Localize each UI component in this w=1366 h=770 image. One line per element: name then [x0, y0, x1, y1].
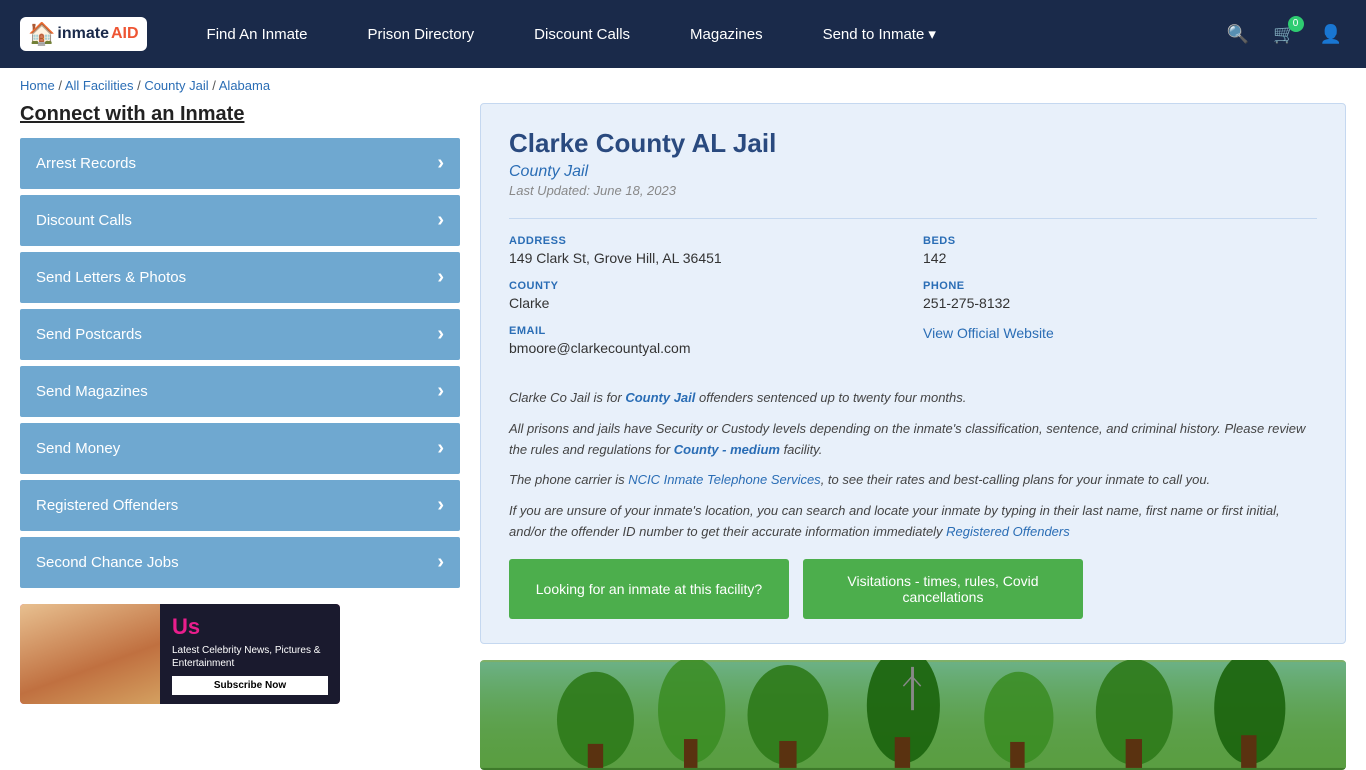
- detail-county: COUNTY Clarke: [509, 280, 903, 311]
- detail-email: EMAIL bmoore@clarkecountyal.com: [509, 325, 903, 356]
- sidebar-send-magazines[interactable]: Send Magazines ›: [20, 366, 460, 417]
- county-jail-link-1[interactable]: County Jail: [625, 390, 695, 405]
- nav-discount-calls[interactable]: Discount Calls: [504, 0, 660, 68]
- facility-desc-3: The phone carrier is NCIC Inmate Telepho…: [509, 470, 1317, 491]
- sidebar-registered-offenders[interactable]: Registered Offenders ›: [20, 480, 460, 531]
- breadcrumb-alabama[interactable]: Alabama: [219, 78, 270, 93]
- search-button[interactable]: 🔍: [1223, 20, 1253, 49]
- content-area: Clarke County AL Jail County Jail Last U…: [480, 103, 1346, 770]
- county-medium-link[interactable]: County - medium: [674, 442, 780, 457]
- advertisement: Us Latest Celebrity News, Pictures & Ent…: [20, 604, 340, 704]
- logo-icon: 🏠: [28, 21, 55, 47]
- arrow-icon: ›: [437, 266, 444, 289]
- facility-type: County Jail: [509, 163, 1317, 181]
- sidebar-discount-calls[interactable]: Discount Calls ›: [20, 195, 460, 246]
- breadcrumb-home[interactable]: Home: [20, 78, 55, 93]
- logo-text: inmate: [57, 25, 109, 43]
- email-value: bmoore@clarkecountyal.com: [509, 340, 903, 356]
- ad-subscribe-button[interactable]: Subscribe Now: [172, 676, 328, 695]
- visitations-btn[interactable]: Visitations - times, rules, Covid cancel…: [803, 559, 1083, 619]
- search-icon: 🔍: [1227, 24, 1249, 44]
- registered-offenders-link[interactable]: Registered Offenders: [946, 524, 1070, 539]
- facility-last-updated: Last Updated: June 18, 2023: [509, 183, 1317, 198]
- facility-desc-1: Clarke Co Jail is for County Jail offend…: [509, 388, 1317, 409]
- ad-text: Latest Celebrity News, Pictures & Entert…: [172, 644, 328, 670]
- facility-details: ADDRESS 149 Clark St, Grove Hill, AL 364…: [509, 218, 1317, 372]
- arrow-icon: ›: [437, 494, 444, 517]
- arrow-icon: ›: [437, 437, 444, 460]
- nav-icons: 🔍 🛒 0 👤: [1223, 20, 1346, 49]
- ad-content: Us Latest Celebrity News, Pictures & Ent…: [160, 604, 340, 704]
- facility-card: Clarke County AL Jail County Jail Last U…: [480, 103, 1346, 644]
- logo[interactable]: 🏠 inmate AID: [20, 17, 147, 51]
- sidebar-send-postcards[interactable]: Send Postcards ›: [20, 309, 460, 360]
- ncic-link[interactable]: NCIC Inmate Telephone Services: [628, 472, 820, 487]
- action-buttons: Looking for an inmate at this facility? …: [509, 559, 1317, 619]
- detail-beds: BEDS 142: [923, 235, 1317, 266]
- breadcrumb: Home / All Facilities / County Jail / Al…: [0, 68, 1366, 103]
- user-button[interactable]: 👤: [1316, 20, 1346, 49]
- phone-value: 251-275-8132: [923, 295, 1317, 311]
- cart-badge: 0: [1288, 16, 1304, 32]
- user-icon: 👤: [1320, 24, 1342, 44]
- detail-website: View Official Website: [923, 325, 1317, 356]
- navbar: 🏠 inmate AID Find An Inmate Prison Direc…: [0, 0, 1366, 68]
- facility-image: [480, 660, 1346, 770]
- arrow-icon: ›: [437, 551, 444, 574]
- facility-desc-4: If you are unsure of your inmate's locat…: [509, 501, 1317, 543]
- dropdown-arrow-icon: ▾: [928, 25, 936, 43]
- nav-find-inmate[interactable]: Find An Inmate: [177, 0, 338, 68]
- sidebar: Connect with an Inmate Arrest Records › …: [20, 103, 460, 770]
- arrow-icon: ›: [437, 380, 444, 403]
- arrow-icon: ›: [437, 323, 444, 346]
- official-website-link[interactable]: View Official Website: [923, 325, 1054, 341]
- find-inmate-btn[interactable]: Looking for an inmate at this facility?: [509, 559, 789, 619]
- sidebar-send-money[interactable]: Send Money ›: [20, 423, 460, 474]
- sidebar-second-chance-jobs[interactable]: Second Chance Jobs ›: [20, 537, 460, 588]
- breadcrumb-all-facilities[interactable]: All Facilities: [65, 78, 134, 93]
- arrow-icon: ›: [437, 152, 444, 175]
- breadcrumb-county-jail[interactable]: County Jail: [144, 78, 208, 93]
- sidebar-send-letters-photos[interactable]: Send Letters & Photos ›: [20, 252, 460, 303]
- logo-aid-text: AID: [111, 25, 139, 43]
- county-value: Clarke: [509, 295, 903, 311]
- detail-address: ADDRESS 149 Clark St, Grove Hill, AL 364…: [509, 235, 903, 266]
- beds-value: 142: [923, 250, 1317, 266]
- facility-name: Clarke County AL Jail: [509, 128, 1317, 159]
- nav-links: Find An Inmate Prison Directory Discount…: [177, 0, 1223, 68]
- cart-button[interactable]: 🛒 0: [1269, 20, 1299, 49]
- nav-send-to-inmate[interactable]: Send to Inmate ▾: [793, 0, 966, 68]
- sidebar-arrest-records[interactable]: Arrest Records ›: [20, 138, 460, 189]
- main-container: Connect with an Inmate Arrest Records › …: [0, 103, 1366, 770]
- nav-magazines[interactable]: Magazines: [660, 0, 793, 68]
- nav-prison-directory[interactable]: Prison Directory: [337, 0, 504, 68]
- facility-desc-2: All prisons and jails have Security or C…: [509, 419, 1317, 461]
- arrow-icon: ›: [437, 209, 444, 232]
- ad-brand: Us: [172, 614, 328, 640]
- ad-image: [20, 604, 160, 704]
- facility-image-svg: [480, 660, 1346, 770]
- address-value: 149 Clark St, Grove Hill, AL 36451: [509, 250, 903, 266]
- detail-phone: PHONE 251-275-8132: [923, 280, 1317, 311]
- sidebar-title: Connect with an Inmate: [20, 103, 460, 126]
